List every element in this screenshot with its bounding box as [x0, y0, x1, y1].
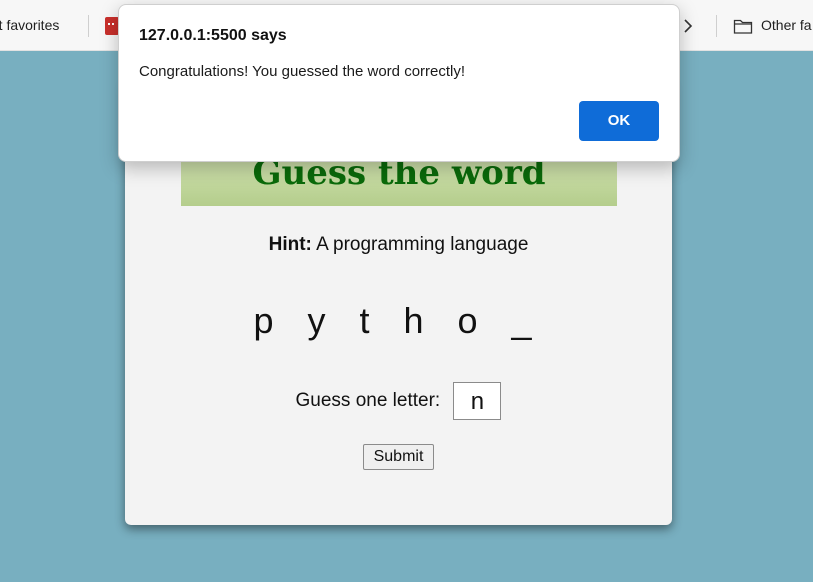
- favicon-icon[interactable]: [105, 17, 119, 35]
- alert-dialog: 127.0.0.1:5500 says Congratulations! You…: [118, 4, 680, 162]
- folder-icon: [733, 19, 753, 34]
- hint-label: Hint:: [268, 234, 312, 255]
- hint-line: Hint: A programming language: [125, 234, 672, 256]
- guess-input[interactable]: n: [453, 382, 502, 420]
- dialog-message: Congratulations! You guessed the word co…: [139, 63, 466, 80]
- favorites-separator: [88, 15, 89, 37]
- favorites-separator: [716, 15, 717, 37]
- guess-row: Guess one letter: n: [125, 382, 672, 420]
- favorites-import-link[interactable]: rt favorites: [0, 17, 59, 33]
- hint-text: A programming language: [316, 234, 529, 255]
- chevron-right-icon[interactable]: [680, 17, 696, 35]
- dialog-title: 127.0.0.1:5500 says: [139, 27, 287, 44]
- ok-button[interactable]: OK: [579, 101, 659, 141]
- word-display: p y t h o _: [253, 300, 544, 341]
- guess-label: Guess one letter:: [295, 390, 441, 411]
- other-favorites-label: Other fa: [761, 17, 812, 33]
- submit-button[interactable]: Submit: [363, 444, 434, 470]
